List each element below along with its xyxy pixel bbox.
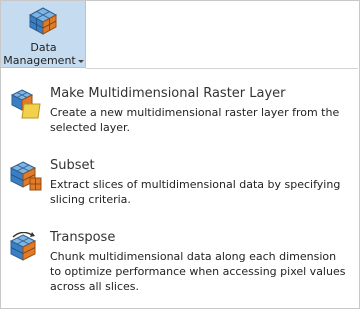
subset-icon [10,161,42,191]
menu-item-title: Transpose [50,230,116,245]
menu-item-description: Extract slices of multidimensional data … [50,178,341,206]
menu-item-subset[interactable]: Subset Extract slices of multidimensiona… [4,158,356,210]
menu-item-title: Subset [50,158,95,173]
make-multidimensional-layer-icon [10,89,41,119]
data-management-button[interactable]: Data Management [1,1,86,68]
caret-down-icon [77,59,84,63]
menu-item-make-multidimensional-raster-layer[interactable]: Make Multidimensional Raster Layer Creat… [4,86,356,138]
menu-item-description: Chunk multidimensional data along each d… [50,250,346,293]
menu-item-transpose[interactable]: Transpose Chunk multidimensional data al… [4,230,356,296]
data-management-label-line2: Management [1,54,86,67]
transpose-icon [10,232,37,261]
menu-item-title: Make Multidimensional Raster Layer [50,86,286,101]
multidimensional-cube-icon [28,7,58,35]
data-management-label-line1: Data [30,41,57,54]
ribbon-divider [86,68,358,69]
menu-item-description: Create a new multidimensional raster lay… [50,106,340,134]
